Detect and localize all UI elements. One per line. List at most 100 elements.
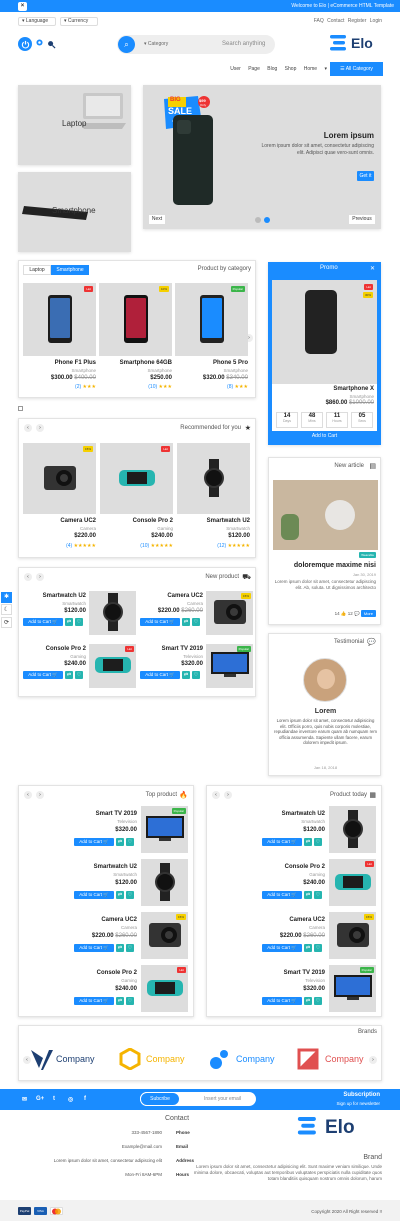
- hero-cta-button[interactable]: Get it: [357, 171, 374, 181]
- chevron-left-icon[interactable]: ‹: [24, 573, 32, 581]
- menu-page[interactable]: Page: [248, 66, 260, 72]
- add-to-cart-button[interactable]: Add to Cart 🛒: [140, 671, 180, 679]
- promo-product-name[interactable]: Smartphone X: [333, 386, 374, 392]
- heart-icon[interactable]: ♡: [126, 997, 134, 1005]
- heart-icon[interactable]: ♡: [192, 618, 200, 626]
- email-input[interactable]: Subcribe Insert your email: [140, 1092, 256, 1106]
- product-image[interactable]: Hot: [329, 859, 376, 906]
- heart-icon[interactable]: ♡: [314, 944, 322, 952]
- product-image[interactable]: 15%: [206, 591, 253, 635]
- more-button[interactable]: More: [360, 610, 376, 617]
- compare-icon[interactable]: ⇄: [304, 944, 312, 952]
- article-headline[interactable]: doloremque maxime nisi: [294, 562, 376, 569]
- heart-icon[interactable]: ♡: [75, 671, 83, 679]
- chevron-left-icon[interactable]: ‹: [23, 1056, 31, 1064]
- compare-icon[interactable]: ⇄: [304, 891, 312, 899]
- product-image[interactable]: Hot: [141, 965, 188, 1012]
- menu-shop[interactable]: Shop: [285, 66, 297, 72]
- refresh-icon[interactable]: ⟳: [1, 617, 12, 628]
- product-image[interactable]: 15%: [23, 443, 96, 514]
- comment-icon[interactable]: 💬: [354, 611, 360, 616]
- product-name[interactable]: Smartphone 64GB: [120, 360, 172, 366]
- heart-icon[interactable]: ♡: [314, 838, 322, 846]
- slider-previous-button[interactable]: Previous: [349, 215, 375, 224]
- product-image[interactable]: [177, 443, 250, 514]
- heart-icon[interactable]: ♡: [314, 891, 322, 899]
- subscribe-button[interactable]: Subcribe: [140, 1092, 180, 1106]
- compare-icon[interactable]: ⇄: [304, 997, 312, 1005]
- logo-text[interactable]: Elo: [351, 35, 373, 51]
- shuffle-icon[interactable]: ✕: [370, 265, 375, 272]
- gear-icon[interactable]: ✱: [1, 592, 12, 603]
- product-name[interactable]: Console Pro 2: [285, 864, 325, 870]
- heart-icon[interactable]: ♡: [75, 618, 83, 626]
- product-name[interactable]: Smartwatch U2: [282, 811, 325, 817]
- article-tag[interactable]: Wearable: [359, 552, 376, 558]
- thumbs-up-icon[interactable]: 👍: [341, 611, 347, 616]
- product-image[interactable]: Popular: [141, 806, 188, 853]
- heart-icon[interactable]: ♡: [126, 838, 134, 846]
- heart-icon[interactable]: ♡: [126, 891, 134, 899]
- product-image[interactable]: Hot: [89, 644, 136, 688]
- product-name[interactable]: Smartwatch U2: [94, 864, 137, 870]
- compare-icon[interactable]: ⇄: [116, 838, 124, 846]
- product-image[interactable]: Hot: [23, 283, 96, 356]
- product-name[interactable]: Smart TV 2019: [284, 970, 325, 976]
- all-category-button[interactable]: ☰ All Category: [330, 62, 383, 76]
- product-name[interactable]: Phone F1 Plus: [55, 360, 96, 366]
- add-to-cart-button[interactable]: Add to Cart 🛒: [74, 944, 114, 952]
- chevron-right-icon[interactable]: ›: [36, 791, 44, 799]
- add-to-cart-button[interactable]: Add to Cart 🛒: [74, 891, 114, 899]
- brand-logo-2[interactable]: Company: [119, 1047, 185, 1072]
- email-icon[interactable]: ✉: [22, 1096, 27, 1103]
- add-to-cart-button[interactable]: Add to Cart 🛒: [74, 997, 114, 1005]
- chevron-right-icon[interactable]: ›: [369, 1056, 377, 1064]
- category-laptop[interactable]: Laptop: [18, 85, 131, 165]
- compare-icon[interactable]: ⇄: [182, 671, 190, 679]
- twitter-icon[interactable]: t: [53, 1096, 55, 1102]
- product-image[interactable]: [329, 806, 376, 853]
- brand-logo-3[interactable]: Company: [209, 1048, 275, 1072]
- compare-icon[interactable]: ⇄: [116, 997, 124, 1005]
- chevron-left-icon[interactable]: ‹: [24, 424, 32, 432]
- product-image[interactable]: Popular: [175, 283, 248, 356]
- product-name[interactable]: Camera UC2: [60, 518, 96, 524]
- product-image[interactable]: Popular: [206, 644, 253, 688]
- add-to-cart-button[interactable]: Add to Cart 🛒: [262, 891, 302, 899]
- product-name[interactable]: Smart TV 2019: [162, 646, 203, 652]
- product-image[interactable]: 15%: [141, 912, 188, 959]
- compare-icon[interactable]: ⇄: [304, 838, 312, 846]
- add-to-cart-button[interactable]: Add to Cart 🛒: [140, 618, 180, 626]
- product-image[interactable]: [141, 859, 188, 906]
- compare-icon[interactable]: ⇄: [65, 618, 73, 626]
- heart-icon[interactable]: ♡: [314, 997, 322, 1005]
- chevron-right-icon[interactable]: ›: [36, 424, 44, 432]
- slider-dot-active[interactable]: [264, 217, 270, 223]
- add-to-cart-button[interactable]: Add to Cart 🛒: [74, 838, 114, 846]
- product-name[interactable]: Phone 5 Pro: [213, 360, 248, 366]
- add-to-cart-button[interactable]: Add to Cart 🛒: [262, 838, 302, 846]
- compare-icon[interactable]: ⇄: [116, 891, 124, 899]
- add-to-cart-button[interactable]: Add to Cart 🛒: [23, 618, 63, 626]
- add-to-cart-button[interactable]: Add to Cart 🛒: [23, 671, 63, 679]
- search-bar[interactable]: ⌕ ▾ Category Search anything: [117, 35, 275, 54]
- tab-laptop[interactable]: Laptop: [23, 265, 51, 275]
- header-links[interactable]: FAQ Contact Register Login: [314, 18, 382, 24]
- menu-blog[interactable]: Blog: [267, 66, 277, 72]
- product-name[interactable]: Camera UC2: [101, 917, 137, 923]
- chevron-left-icon[interactable]: ‹: [24, 791, 32, 799]
- product-image[interactable]: Hot: [100, 443, 173, 514]
- brand-logo-1[interactable]: Company: [31, 1048, 95, 1072]
- compare-icon[interactable]: [47, 40, 56, 49]
- product-image[interactable]: 15%: [329, 912, 376, 959]
- product-image[interactable]: 10%: [99, 283, 172, 356]
- product-name[interactable]: Console Pro 2: [46, 646, 86, 652]
- product-name[interactable]: Camera UC2: [289, 917, 325, 923]
- menu-home[interactable]: Home: [304, 66, 317, 72]
- footer-logo-text[interactable]: Elo: [325, 1117, 355, 1139]
- power-icon[interactable]: [18, 37, 32, 51]
- search-input[interactable]: Search anything: [222, 41, 265, 47]
- add-to-cart-button[interactable]: Add to Cart 🛒: [262, 997, 302, 1005]
- product-name[interactable]: Smartwatch U2: [207, 518, 250, 524]
- chevron-right-icon[interactable]: ›: [36, 573, 44, 581]
